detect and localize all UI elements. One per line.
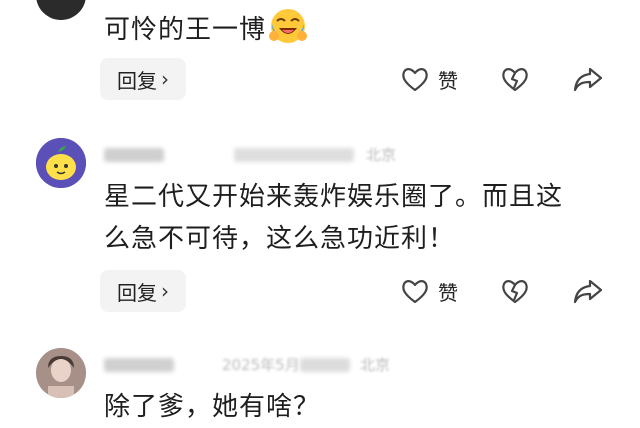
- comment-text: 除了爹，她有啥？: [104, 392, 321, 422]
- lemon-avatar-icon: [36, 138, 86, 188]
- dislike-button[interactable]: [500, 64, 530, 94]
- dislike-button[interactable]: [500, 276, 530, 306]
- heart-outline-icon: [402, 68, 428, 92]
- redacted-meta: [300, 358, 350, 372]
- reply-button[interactable]: 回复 ›: [100, 58, 186, 100]
- comment-text: 星二代又开始来轰炸娱乐圈了。而且这么急不可待，这么急功近利！: [104, 182, 564, 254]
- broken-heart-icon: [502, 68, 528, 92]
- reply-button[interactable]: 回复 ›: [100, 270, 186, 312]
- laughing-crying-emoji-icon: [269, 9, 308, 43]
- location-text: 北京: [366, 146, 397, 164]
- comment-text: 可怜的王一博: [104, 6, 604, 51]
- heart-outline-icon: [402, 280, 428, 304]
- redacted-date: [234, 148, 354, 162]
- comment-meta: 北京: [104, 144, 424, 166]
- share-button[interactable]: [572, 276, 604, 306]
- portrait-avatar-icon: [36, 348, 86, 398]
- share-arrow-icon: [573, 279, 603, 304]
- share-button[interactable]: [572, 64, 604, 94]
- avatar[interactable]: [36, 138, 86, 188]
- location-text: 北京: [360, 356, 391, 374]
- share-arrow-icon: [573, 67, 603, 92]
- redacted-username: [104, 148, 164, 162]
- date-text: 2025年5月: [222, 356, 300, 374]
- comment-meta: 2025年5月 北京: [104, 354, 424, 376]
- chevron-right-icon: ›: [161, 279, 169, 303]
- like-button[interactable]: 赞: [400, 276, 458, 306]
- avatar[interactable]: [36, 0, 86, 20]
- redacted-username: [104, 358, 174, 372]
- broken-heart-icon: [502, 280, 528, 304]
- chevron-right-icon: ›: [161, 67, 169, 91]
- like-button[interactable]: 赞: [400, 64, 458, 94]
- avatar[interactable]: [36, 348, 86, 398]
